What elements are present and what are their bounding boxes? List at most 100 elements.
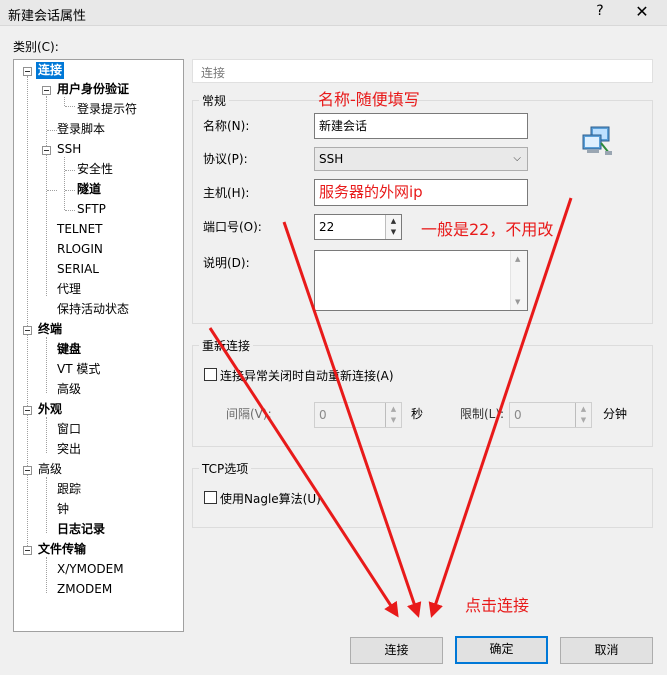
- tree-item-keepalive[interactable]: 保持活动状态: [57, 301, 129, 318]
- tree-item-xymodem[interactable]: X/YMODEM: [57, 561, 124, 578]
- tree-line: [46, 96, 47, 296]
- connect-button[interactable]: 连接: [350, 637, 443, 664]
- tree-item-proxy[interactable]: 代理: [57, 281, 81, 298]
- tree-line: [64, 157, 65, 210]
- collapse-icon[interactable]: [23, 406, 32, 415]
- spin-down-icon: ▼: [390, 416, 397, 424]
- tree-item-terminal[interactable]: 终端: [38, 321, 62, 338]
- spin-down-icon[interactable]: ▼: [386, 227, 401, 237]
- tree-item-logging[interactable]: 日志记录: [57, 521, 105, 538]
- nagle-label[interactable]: 使用Nagle算法(U): [220, 490, 321, 507]
- interval-spinner: ▲ ▼: [385, 403, 401, 427]
- tree-item-login-prompt[interactable]: 登录提示符: [77, 101, 137, 118]
- interval-label: 间隔(V):: [226, 407, 272, 421]
- name-field[interactable]: 新建会话: [314, 113, 528, 139]
- limit-field: 0 ▲ ▼: [509, 402, 592, 428]
- spin-up-icon[interactable]: ▲: [386, 216, 401, 226]
- protocol-select[interactable]: SSH ⌵: [314, 147, 528, 171]
- cancel-button[interactable]: 取消: [560, 637, 653, 664]
- host-field[interactable]: 服务器的外网ip: [314, 179, 528, 206]
- name-hint-annotation: 名称-随便填写: [318, 90, 420, 109]
- auto-reconnect-label[interactable]: 连接异常关闭时自动重新连接(A): [220, 367, 394, 384]
- tree-item-tunnel[interactable]: 隧道: [77, 181, 101, 198]
- section-header-text: 连接: [201, 66, 226, 80]
- tree-item-sftp[interactable]: SFTP: [77, 201, 106, 218]
- tree-item-rlogin[interactable]: RLOGIN: [57, 241, 103, 258]
- tree-item-serial[interactable]: SERIAL: [57, 261, 99, 278]
- auto-reconnect-checkbox[interactable]: [204, 368, 217, 381]
- scroll-up-icon[interactable]: ▲: [515, 255, 520, 263]
- click-hint-annotation: 点击连接: [465, 596, 530, 615]
- protocol-value: SSH: [319, 152, 344, 166]
- description-label: 说明(D):: [203, 256, 250, 270]
- port-label: 端口号(O):: [203, 220, 262, 234]
- tree-item-auth[interactable]: 用户身份验证: [57, 81, 129, 98]
- tree-item-keyboard[interactable]: 键盘: [57, 341, 81, 358]
- tree-line: [46, 337, 47, 393]
- host-label: 主机(H):: [203, 186, 250, 200]
- close-button[interactable]: ✕: [630, 2, 654, 21]
- collapse-icon[interactable]: [23, 326, 32, 335]
- tree-item-login-script[interactable]: 登录脚本: [57, 121, 105, 138]
- category-label: 类别(C):: [13, 40, 59, 54]
- spin-up-icon: ▲: [390, 405, 397, 413]
- port-hint-annotation: 一般是22，不用改: [421, 220, 554, 239]
- collapse-icon[interactable]: [23, 466, 32, 475]
- tree-line: [65, 106, 75, 107]
- tree-line: [64, 97, 65, 106]
- tree-item-appearance[interactable]: 外观: [38, 401, 62, 418]
- window-title: 新建会话属性: [8, 9, 87, 24]
- tree-line: [65, 170, 75, 171]
- interval-unit: 秒: [411, 407, 424, 421]
- tree-line: [46, 557, 47, 593]
- tree-item-advanced[interactable]: 高级: [38, 461, 62, 478]
- tree-item-highlight[interactable]: 突出: [57, 441, 81, 458]
- scroll-down-icon[interactable]: ▼: [515, 298, 520, 306]
- tree-item-bell[interactable]: 钟: [57, 501, 69, 518]
- section-header: 连接: [192, 59, 653, 83]
- limit-unit: 分钟: [603, 407, 628, 421]
- tree-line: [65, 210, 75, 211]
- network-computer-icon: [582, 126, 612, 155]
- spin-up-icon: ▲: [580, 405, 587, 413]
- description-field[interactable]: [314, 250, 528, 311]
- dialog-window: 新建会话属性 ? ✕ 类别(C): 连接 用户身份验证 登录提示符 登录脚本 S…: [0, 0, 667, 675]
- limit-spinner: ▲ ▼: [575, 403, 591, 427]
- tree-line: [27, 76, 28, 550]
- collapse-icon[interactable]: [23, 67, 32, 76]
- ok-button[interactable]: 确定: [455, 636, 548, 664]
- collapse-icon[interactable]: [23, 546, 32, 555]
- port-spinner[interactable]: ▲ ▼: [385, 215, 401, 239]
- reconnect-group: 重新连接: [192, 337, 653, 447]
- tree-item-vt-mode[interactable]: VT 模式: [57, 361, 100, 378]
- help-button[interactable]: ?: [590, 3, 610, 19]
- port-value: 22: [319, 220, 335, 234]
- tree-item-zmodem[interactable]: ZMODEM: [57, 581, 112, 598]
- description-scrollbar[interactable]: ▲ ▼: [510, 251, 527, 310]
- tree-item-ssh[interactable]: SSH: [57, 141, 81, 158]
- limit-label: 限制(L):: [460, 407, 505, 421]
- category-tree[interactable]: 连接 用户身份验证 登录提示符 登录脚本 SSH 安全性 隧道 SFTP TEL…: [13, 59, 184, 632]
- tree-item-terminal-advanced[interactable]: 高级: [57, 381, 81, 398]
- interval-field: 0 ▲ ▼: [314, 402, 402, 428]
- protocol-label: 协议(P):: [203, 152, 248, 166]
- collapse-icon[interactable]: [42, 146, 51, 155]
- tree-item-security[interactable]: 安全性: [77, 161, 113, 178]
- tree-item-telnet[interactable]: TELNET: [57, 221, 103, 238]
- tree-item-trace[interactable]: 跟踪: [57, 481, 81, 498]
- port-field[interactable]: 22 ▲ ▼: [314, 214, 402, 240]
- reconnect-group-title: 重新连接: [199, 337, 254, 354]
- tree-item-connection[interactable]: 连接: [36, 62, 65, 79]
- tcp-group-title: TCP选项: [199, 460, 252, 477]
- tree-item-file-transfer[interactable]: 文件传输: [38, 541, 86, 558]
- collapse-icon[interactable]: [42, 86, 51, 95]
- nagle-checkbox[interactable]: [204, 491, 217, 504]
- tree-line: [65, 190, 75, 191]
- tree-line: [47, 190, 57, 191]
- tree-line: [46, 417, 47, 453]
- general-group-title: 常规: [199, 92, 230, 109]
- title-bar: 新建会话属性 ? ✕: [0, 0, 667, 26]
- tree-line: [47, 130, 57, 131]
- tree-item-window[interactable]: 窗口: [57, 421, 81, 438]
- limit-value: 0: [514, 408, 522, 422]
